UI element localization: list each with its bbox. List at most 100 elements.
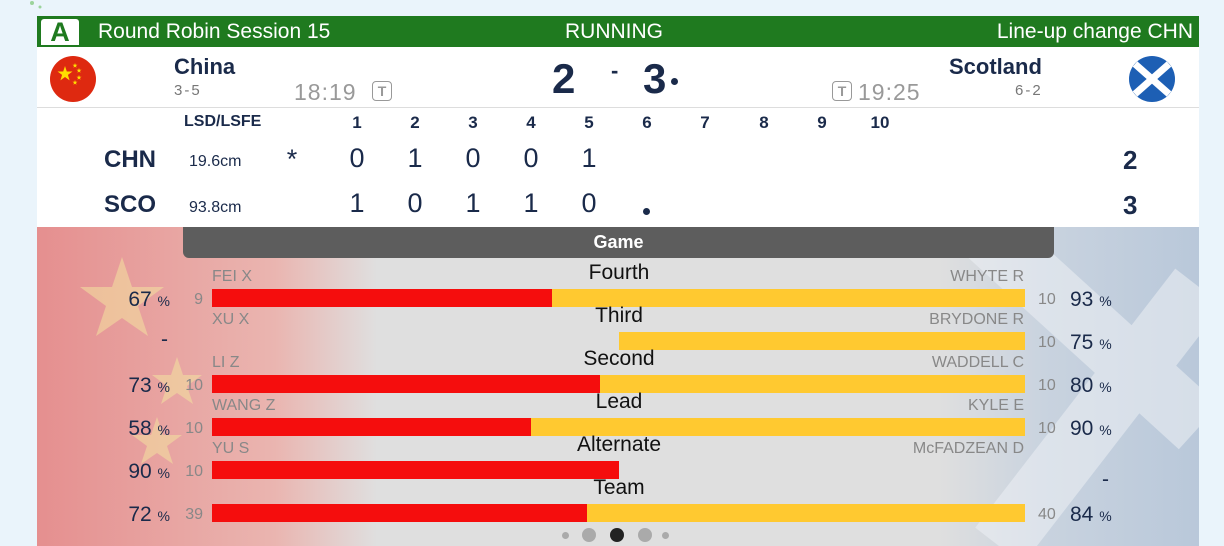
pct-unit: % <box>157 465 170 481</box>
home-shot-count: 10 <box>185 463 203 480</box>
pct-value: 67 <box>128 288 152 311</box>
home-player-pct: 58 % <box>65 417 170 441</box>
pct-unit: % <box>1099 336 1112 352</box>
away-player-name[interactable]: BRYDONE R <box>929 311 1024 329</box>
home-team-record: 3-5 <box>174 82 202 99</box>
away-team-name: Scotland <box>949 54 1042 79</box>
linescore-lsd-home: 19.6cm <box>189 153 242 170</box>
home-player-pct: 73 % <box>65 374 170 398</box>
pct-value: 84 <box>1070 503 1094 526</box>
away-player-name[interactable]: WHYTE R <box>950 268 1024 286</box>
pct-unit: % <box>1099 293 1112 309</box>
position-label: Second <box>583 347 655 370</box>
linescore-total-home: 2 <box>1123 145 1138 175</box>
end-score: 1 <box>407 143 423 173</box>
home-player-pct: 90 % <box>65 460 170 484</box>
linescore-lsd-away: 93.8cm <box>189 199 242 216</box>
home-shot-count: 10 <box>185 377 203 394</box>
end-score: 0 <box>349 143 365 173</box>
position-label: Fourth <box>588 261 650 284</box>
end-number-4: 4 <box>526 113 536 132</box>
pct-unit: % <box>1099 508 1112 524</box>
end-score: 0 <box>465 143 481 173</box>
pager-dot-active[interactable] <box>610 528 624 542</box>
end-score: 1 <box>523 188 539 218</box>
home-shot-count: 10 <box>185 420 203 437</box>
tab-game[interactable]: Game <box>183 227 1054 258</box>
match-card[interactable]: A Round Robin Session 15 RUNNING Line-up… <box>37 16 1199 546</box>
session-title: Round Robin Session 15 <box>98 20 331 43</box>
timeout-icon: T <box>372 81 392 101</box>
lineup-notice[interactable]: Line-up change CHN <box>997 20 1193 44</box>
end-number-10: 10 <box>870 113 890 132</box>
end-score: 0 <box>581 188 597 218</box>
score-separator: - <box>611 58 619 83</box>
away-shot-count: 40 <box>1038 506 1056 523</box>
match-header-bar: A Round Robin Session 15 RUNNING Line-up… <box>37 16 1199 47</box>
home-shot-count: 39 <box>185 506 203 523</box>
pct-unit: % <box>1099 422 1112 438</box>
home-player-name[interactable]: XU X <box>212 311 249 329</box>
end-number-2: 2 <box>410 113 420 132</box>
position-label: Alternate <box>576 433 662 456</box>
home-player-pct: 72 % <box>65 503 170 527</box>
divider <box>37 107 1199 108</box>
position-label: Third <box>595 304 643 327</box>
pct-value: 58 <box>128 417 152 440</box>
end-score: 1 <box>465 188 481 218</box>
home-player-pct: 67 % <box>65 288 170 312</box>
scotland-flag-icon <box>1129 56 1175 102</box>
away-shot-count: 10 <box>1038 334 1056 351</box>
away-shot-count: 10 <box>1038 420 1056 437</box>
home-bar-fill <box>212 504 587 522</box>
pct-unit: % <box>1099 379 1112 395</box>
pct-value: 72 <box>128 503 152 526</box>
carousel-pager[interactable] <box>562 528 682 542</box>
lsd-header: LSD/LSFE <box>184 113 262 130</box>
end-score: 1 <box>581 143 597 173</box>
away-clock: 19:25 <box>858 79 921 105</box>
end-number-1: 1 <box>352 113 362 132</box>
pct-value: 90 <box>128 460 152 483</box>
end-number-3: 3 <box>468 113 478 132</box>
pct-value: 90 <box>1070 417 1094 440</box>
away-player-pct: 93 % <box>1070 288 1112 312</box>
away-player-name[interactable]: WADDELL C <box>932 354 1024 372</box>
home-shot-count: 9 <box>194 291 203 308</box>
china-flag-icon <box>50 56 96 102</box>
linescore-team-away: SCO <box>104 191 157 218</box>
player-stats-panel: Game Fourth FEI X WHYTE R 67 % 9 93 % 10 Third X… <box>37 227 1199 546</box>
end-number-9: 9 <box>817 113 827 132</box>
away-player-pct: 80 % <box>1070 374 1112 398</box>
away-score: 3 <box>643 55 667 102</box>
first-hammer-marker: * <box>286 144 298 174</box>
position-label: Lead <box>595 390 643 413</box>
pct-unit: % <box>157 379 170 395</box>
home-score: 2 <box>552 55 576 102</box>
away-player-name[interactable]: McFADZEAN D <box>913 440 1024 458</box>
home-player-name[interactable]: WANG Z <box>212 397 275 415</box>
hammer-indicator <box>671 78 678 85</box>
home-player-name[interactable]: YU S <box>212 440 249 458</box>
away-shot-count: 10 <box>1038 291 1056 308</box>
pager-dot[interactable] <box>582 528 596 542</box>
pct-unit: % <box>157 293 170 309</box>
home-player-name[interactable]: FEI X <box>212 268 252 286</box>
away-player-pct: 90 % <box>1070 417 1112 441</box>
away-team-record: 6-2 <box>1015 82 1043 99</box>
end-number-7: 7 <box>700 113 710 132</box>
end-score: 1 <box>349 188 365 218</box>
end-score: 0 <box>523 143 539 173</box>
end-number-6: 6 <box>642 113 652 132</box>
decorative-dots <box>30 1 42 9</box>
away-player-name[interactable]: KYLE E <box>968 397 1024 415</box>
end-number-8: 8 <box>759 113 769 132</box>
sheet-badge: A <box>41 19 79 46</box>
away-player-pct: 75 % <box>1070 331 1112 355</box>
pager-dot[interactable] <box>638 528 652 542</box>
pager-dot[interactable] <box>562 531 569 539</box>
home-player-name[interactable]: LI Z <box>212 354 240 372</box>
pager-dot[interactable] <box>662 531 669 539</box>
home-team-name: China <box>174 54 236 79</box>
timeout-icon: T <box>832 81 852 101</box>
